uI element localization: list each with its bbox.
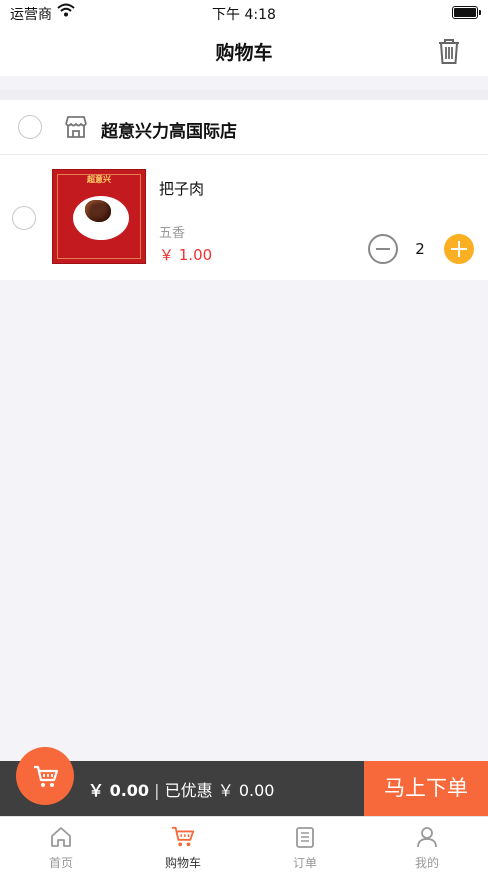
checkout-discount: 已优惠 ￥ 0.00 <box>164 781 275 800</box>
page-title: 购物车 <box>215 42 273 64</box>
tab-orders[interactable]: 订单 <box>244 817 366 874</box>
store-icon <box>63 114 89 140</box>
store-card: 超意兴力高国际店 超意兴 把子肉 五香 ￥ 1.00 2 <box>0 90 488 280</box>
item-price: ￥ 1.00 <box>159 246 213 264</box>
store-header: 超意兴力高国际店 <box>0 100 488 155</box>
checkout-separator: | <box>154 781 160 800</box>
nav-bar: 购物车 <box>0 26 488 76</box>
store-name[interactable]: 超意兴力高国际店 <box>101 117 237 142</box>
cart-icon <box>171 826 195 847</box>
item-quantity: 2 <box>415 240 425 258</box>
cart-item: 超意兴 把子肉 五香 ￥ 1.00 2 <box>0 156 488 280</box>
item-spec: 五香 <box>159 226 186 241</box>
status-time: 下午 4:18 <box>212 7 276 23</box>
tab-label-cart: 购物车 <box>164 856 201 870</box>
tab-label-profile: 我的 <box>414 856 439 870</box>
tab-label-home: 首页 <box>48 856 73 870</box>
image-brand-text: 超意兴 <box>87 175 111 184</box>
profile-icon <box>417 827 437 848</box>
increase-quantity-button[interactable] <box>444 234 474 264</box>
cart-icon[interactable] <box>16 747 74 805</box>
checkout-summary: ￥ 0.00 | 已优惠 ￥ 0.00 <box>88 777 274 801</box>
submit-order-button[interactable]: 马上下单 <box>364 761 488 816</box>
order-list-icon <box>296 827 314 848</box>
product-image[interactable]: 超意兴 <box>52 169 146 264</box>
home-icon <box>51 827 71 847</box>
tab-profile[interactable]: 我的 <box>366 817 488 874</box>
image-food <box>85 200 111 222</box>
decrease-quantity-button[interactable] <box>368 234 398 264</box>
battery-icon <box>452 6 481 19</box>
tab-label-orders: 订单 <box>292 856 317 870</box>
tab-cart[interactable]: 购物车 <box>122 817 244 874</box>
store-select-radio[interactable] <box>18 115 42 139</box>
item-select-radio[interactable] <box>12 206 36 230</box>
status-bar: 运营商 下午 4:18 <box>0 0 488 26</box>
checkout-total: ￥ 0.00 <box>88 781 150 800</box>
tab-bar: 首页 购物车 订单 我的 <box>0 816 488 874</box>
trash-icon[interactable] <box>434 36 464 66</box>
item-name: 把子肉 <box>159 180 205 198</box>
tab-home[interactable]: 首页 <box>0 817 122 874</box>
